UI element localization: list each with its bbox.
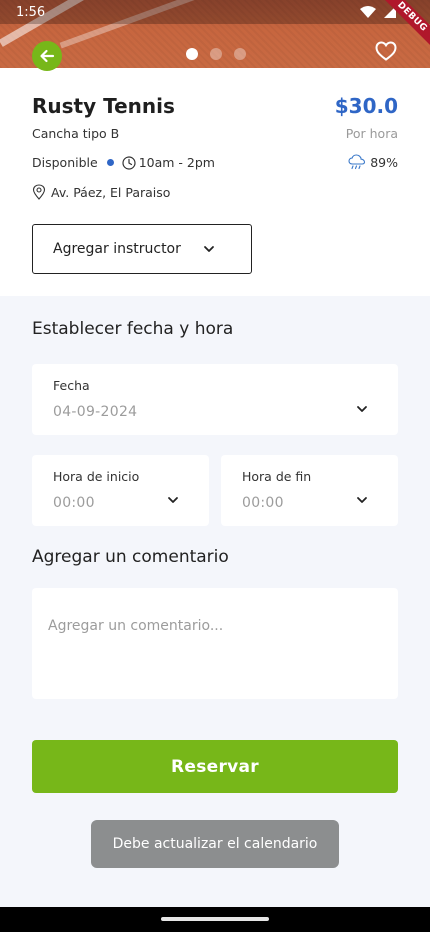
home-indicator[interactable]: [161, 917, 269, 921]
date-picker-field[interactable]: Fecha 04-09-2024: [32, 364, 398, 435]
schedule-section-title: Establecer fecha y hora: [32, 319, 234, 339]
comment-textarea[interactable]: Agregar un comentario...: [32, 588, 398, 699]
rain-probability: 89%: [370, 154, 398, 170]
court-info-card: Rusty Tennis $30.0 Cancha tipo B Por hor…: [0, 68, 430, 296]
start-time-label: Hora de inicio: [53, 469, 140, 484]
heart-icon: [375, 41, 397, 61]
chevron-down-icon: [356, 496, 368, 504]
date-label: Fecha: [53, 378, 90, 393]
availability-status: Disponible: [32, 155, 98, 170]
end-time-label: Hora de fin: [242, 469, 312, 484]
availability-row: Disponible 10am - 2pm: [32, 155, 215, 170]
carousel-indicators: [186, 48, 246, 60]
add-instructor-dropdown[interactable]: Agregar instructor: [32, 224, 252, 274]
arrow-left-icon: [40, 49, 55, 63]
chevron-down-icon: [203, 245, 215, 253]
opening-hours: 10am - 2pm: [138, 155, 215, 170]
status-time: 1:56: [16, 4, 46, 20]
date-value: 04-09-2024: [53, 404, 138, 420]
carousel-dot[interactable]: [186, 48, 198, 60]
comment-placeholder: Agregar un comentario...: [48, 618, 224, 634]
weather-info: 89%: [348, 154, 398, 170]
price-unit: Por hora: [345, 126, 398, 141]
back-button[interactable]: [32, 41, 62, 71]
clock-icon: [122, 155, 136, 170]
court-address: Av. Páez, El Paraiso: [51, 184, 171, 200]
rain-cloud-icon: [348, 154, 366, 170]
status-bar: 1:56: [0, 0, 430, 24]
add-instructor-label: Agregar instructor: [53, 241, 181, 257]
separator-dot: [106, 159, 114, 166]
favorite-button[interactable]: [375, 41, 397, 65]
start-time-field[interactable]: Hora de inicio 00:00: [32, 455, 209, 526]
address-row: Av. Páez, El Paraiso: [32, 184, 170, 200]
wifi-icon: [360, 6, 376, 18]
reserve-button[interactable]: Reservar: [32, 740, 398, 793]
court-name: Rusty Tennis: [32, 94, 175, 118]
chevron-down-icon: [356, 405, 368, 413]
carousel-dot[interactable]: [210, 48, 222, 60]
toast-message: Debe actualizar el calendario: [91, 820, 339, 868]
end-time-field[interactable]: Hora de fin 00:00: [221, 455, 398, 526]
court-type: Cancha tipo B: [32, 126, 120, 141]
location-pin-icon: [32, 184, 46, 200]
court-price: $30.0: [334, 94, 398, 118]
comment-section-title: Agregar un comentario: [32, 547, 229, 567]
chevron-down-icon: [167, 496, 179, 504]
carousel-dot[interactable]: [234, 48, 246, 60]
system-navigation-bar: [0, 907, 430, 932]
start-time-value: 00:00: [53, 495, 95, 511]
end-time-value: 00:00: [242, 495, 284, 511]
